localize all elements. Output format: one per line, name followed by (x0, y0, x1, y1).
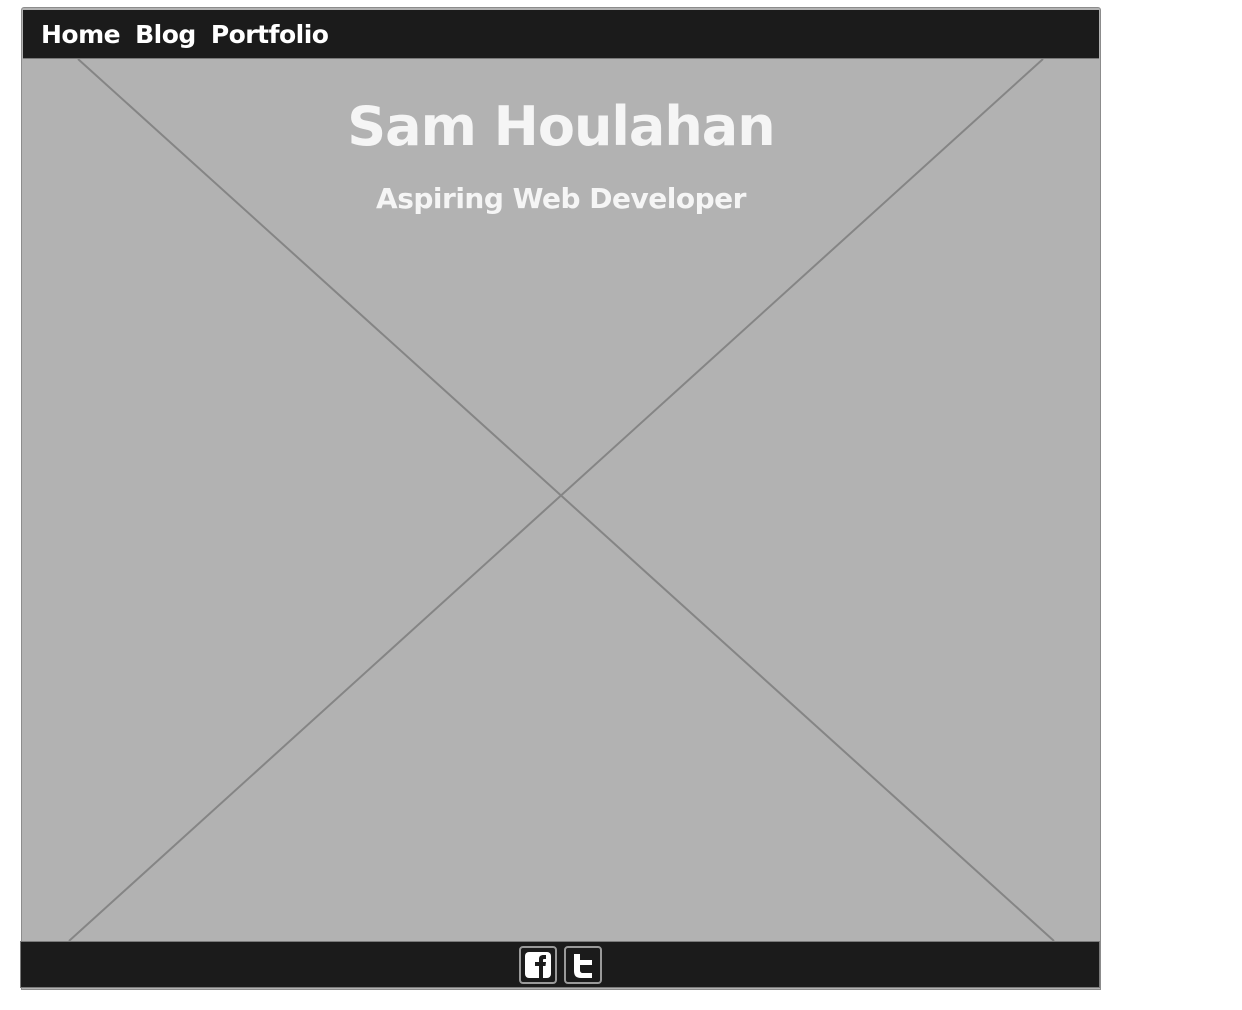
hero-subtitle: Aspiring Web Developer (376, 182, 746, 215)
footer-bar (20, 941, 1100, 988)
facebook-button[interactable] (518, 945, 557, 984)
hero-image-placeholder: Sam Houlahan Aspiring Web Developer (23, 59, 1099, 941)
page-frame: Home Blog Portfolio Sam Houlahan Aspirin… (21, 7, 1101, 990)
top-navigation: Home Blog Portfolio (23, 10, 1099, 59)
hero-title: Sam Houlahan (347, 95, 775, 158)
twitter-icon (573, 953, 592, 978)
nav-blog-link[interactable]: Blog (135, 20, 196, 49)
facebook-icon (524, 951, 551, 978)
twitter-button[interactable] (563, 945, 602, 984)
nav-portfolio-link[interactable]: Portfolio (211, 20, 329, 49)
nav-home-link[interactable]: Home (41, 20, 121, 49)
